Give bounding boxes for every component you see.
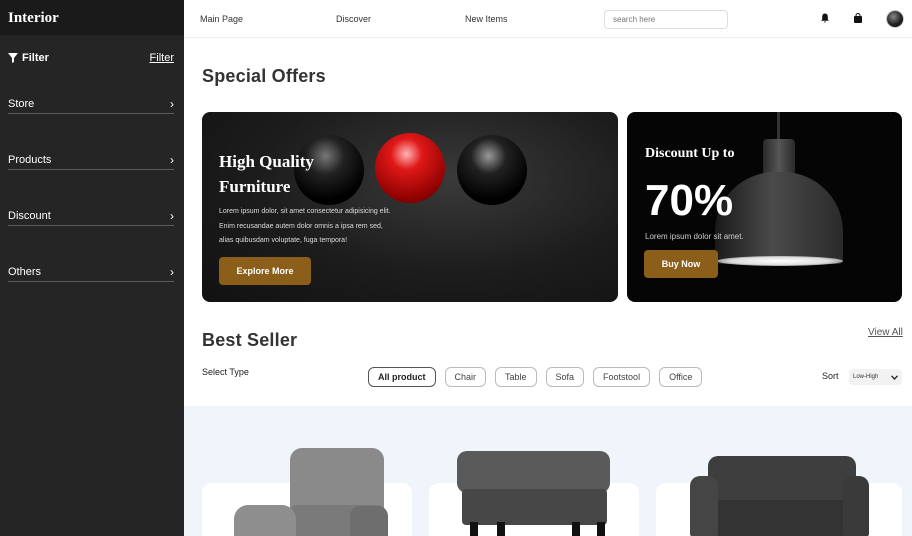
chip-table[interactable]: Table [495, 367, 537, 387]
chevron-right-icon: › [170, 96, 174, 111]
discount-title: Discount Up to [645, 146, 735, 161]
filter-header: Filter Filter [0, 51, 184, 65]
buy-now-button[interactable]: Buy Now [644, 250, 718, 278]
sidebar-item-store[interactable]: Store › [8, 94, 174, 114]
promo-title-line: High Quality [219, 152, 314, 171]
sidebar-item-label: Discount [8, 209, 51, 222]
promo-title: High Quality Furniture [219, 149, 369, 199]
chevron-right-icon: › [170, 208, 174, 223]
red-ball-image [375, 133, 445, 203]
view-all-link[interactable]: View All [868, 327, 903, 338]
ottoman-image [597, 522, 605, 536]
promo-desc-line: Enim recusandae autem dolor omnis a ipsa… [219, 222, 383, 230]
ottoman-image [457, 451, 610, 493]
filter-link[interactable]: Filter [150, 52, 174, 64]
nav-main-page[interactable]: Main Page [200, 14, 243, 24]
promo-card-furniture: High Quality Furniture Lorem ipsum dolor… [202, 112, 618, 302]
filter-icon [8, 53, 18, 63]
discount-percent: 70% [645, 176, 734, 225]
chevron-down-icon [891, 374, 898, 380]
lamp-image [717, 256, 843, 266]
chip-chair[interactable]: Chair [444, 367, 487, 387]
app: Interior Filter Filter Store › Products … [0, 0, 912, 536]
bell-icon[interactable] [820, 13, 830, 26]
chip-office[interactable]: Office [659, 367, 703, 387]
chevron-right-icon: › [170, 264, 174, 279]
search-input[interactable] [604, 10, 728, 29]
promo-title-line: Furniture [219, 177, 291, 196]
black-ball-image [457, 135, 527, 205]
sofa-image [843, 476, 869, 536]
armchair-image [234, 505, 296, 536]
sidebar-item-products[interactable]: Products › [8, 150, 174, 170]
avatar[interactable] [886, 10, 904, 28]
sidebar: Interior Filter Filter Store › Products … [0, 0, 184, 536]
category-chips: All product Chair Table Sofa Footstool O… [368, 367, 703, 387]
chip-footstool[interactable]: Footstool [593, 367, 651, 387]
promo-desc-line: Lorem ipsum dolor, sit amet consectetur … [219, 208, 391, 215]
sort-value: Low-High [853, 374, 879, 380]
nav-new-items[interactable]: New Items [465, 14, 508, 24]
sidebar-item-others[interactable]: Others › [8, 262, 174, 282]
lamp-image [763, 139, 795, 175]
brand-logo: Interior [0, 0, 184, 35]
sidebar-item-label: Others [8, 265, 42, 278]
ottoman-image [572, 522, 580, 536]
nav-discover[interactable]: Discover [336, 14, 371, 24]
ottoman-image [462, 489, 607, 525]
best-seller-title: Best Seller [202, 330, 298, 350]
sort-select[interactable]: Low-High [849, 369, 902, 385]
ottoman-image [497, 522, 505, 536]
chip-sofa[interactable]: Sofa [545, 367, 585, 387]
promo-card-discount: Discount Up to 70% Lorem ipsum dolor sit… [627, 112, 902, 302]
sofa-image [690, 476, 718, 536]
bag-icon[interactable] [853, 13, 863, 26]
special-offers-title: Special Offers [202, 66, 326, 86]
promo-description: Lorem ipsum dolor, sit amet consectetur … [219, 205, 429, 249]
sidebar-item-discount[interactable]: Discount › [8, 206, 174, 226]
chevron-right-icon: › [170, 152, 174, 167]
promo-desc-line: alias quibusdam voluptate, fuga tempora! [219, 237, 348, 244]
filter-title-label: Filter [22, 52, 49, 64]
discount-description: Lorem ipsum dolor sit amet. [645, 232, 744, 241]
sidebar-item-label: Store [8, 97, 35, 110]
lamp-image [777, 112, 780, 142]
sofa-image [705, 500, 855, 536]
armchair-image [350, 506, 388, 536]
ottoman-image [470, 522, 478, 536]
select-type-label: Select Type [202, 367, 249, 377]
explore-more-button[interactable]: Explore More [219, 257, 311, 285]
filter-title: Filter [8, 52, 49, 64]
top-nav: Main Page Discover New Items [184, 0, 912, 38]
chip-all-product[interactable]: All product [368, 367, 436, 387]
sofa-image [708, 456, 856, 506]
sidebar-item-label: Products [8, 153, 52, 166]
sort-label: Sort [822, 371, 839, 381]
lamp-image [715, 172, 843, 264]
